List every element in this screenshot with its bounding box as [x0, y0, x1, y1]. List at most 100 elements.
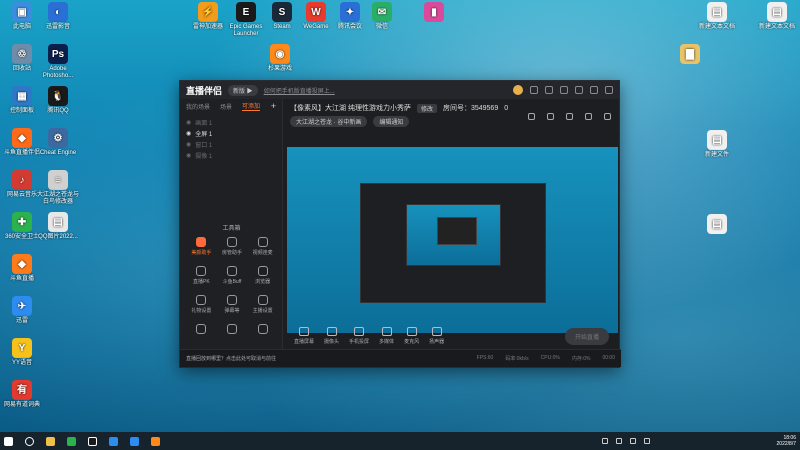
status-tip[interactable]: 直播回放到哪里？点击此处可取消与前往	[186, 355, 276, 362]
app-icon: ≡	[48, 170, 68, 190]
tab-addable[interactable]: 可添加	[242, 101, 261, 111]
desktop-icon[interactable]: 🐧 腾讯QQ	[36, 86, 80, 115]
desktop-icon[interactable]: ▮	[412, 2, 456, 24]
lock-icon[interactable]	[528, 113, 535, 120]
eye-icon[interactable]: ◉	[186, 119, 191, 126]
source-icon	[354, 327, 365, 336]
scene-item[interactable]: ◉ 画面 1	[186, 117, 276, 128]
tool-item[interactable]	[217, 324, 248, 336]
desktop-icon[interactable]: ✈ 迅雷	[0, 296, 44, 325]
source-control[interactable]: 手机投屏	[349, 327, 369, 345]
desktop-icon[interactable]: ▤ 新建文件	[695, 130, 739, 159]
clock[interactable]: 18:06 2022/8/7	[777, 435, 796, 447]
scene-tabs: 我的场景 场景 可添加 +	[180, 99, 282, 113]
tool-item[interactable]: 浏览器	[247, 266, 278, 285]
file-explorer-icon[interactable]	[46, 436, 55, 446]
desktop-icon[interactable]: ▤ 新建文本文档	[755, 2, 799, 31]
source-icon	[299, 327, 309, 336]
tool-item[interactable]: 礼物设置	[186, 295, 217, 314]
version-button[interactable]: 新版 ▶	[228, 84, 258, 96]
eye-icon[interactable]: ◉	[186, 152, 191, 159]
desktop-icon-label: Adobe Photosho...	[42, 66, 74, 79]
app-icon: ⚡	[198, 2, 218, 22]
livestream-app-window[interactable]: 直播伴侣 新版 ▶ 如何把手机版直播投屏上... 我的场景 场景 可添加 + ◉…	[179, 80, 621, 368]
gift-icon[interactable]	[566, 113, 573, 120]
xunlei-icon[interactable]	[130, 436, 139, 446]
source-control[interactable]: 摄像头	[324, 327, 339, 345]
desktop-icon[interactable]: ⚙ Cheat Engine	[36, 128, 80, 157]
desktop-icon[interactable]: ▤ QQ图片2022...	[36, 212, 80, 241]
ime-icon[interactable]	[644, 438, 650, 444]
scene-label: 全屏 1	[195, 132, 213, 138]
scene-item[interactable]: ◉ 窗口 1	[186, 139, 276, 150]
app-icon: ▤	[707, 2, 727, 22]
xbox-icon[interactable]	[88, 436, 97, 446]
source-label: 麦克风	[404, 339, 420, 345]
source-control[interactable]: 直播屏幕	[294, 327, 314, 345]
search-icon[interactable]	[25, 436, 34, 446]
tool-label: 房管助手	[221, 250, 242, 256]
app-icon: Y	[12, 338, 32, 358]
up-arrow-icon[interactable]	[602, 438, 608, 444]
start-live-button[interactable]: 开始直播	[564, 327, 609, 345]
tool-item[interactable]: 斗鱼Buff	[217, 266, 248, 285]
eye-icon[interactable]: ◉	[186, 141, 191, 148]
source-control[interactable]: 麦克风	[404, 327, 419, 345]
start-icon[interactable]	[4, 436, 13, 446]
tool-item[interactable]	[247, 324, 278, 336]
desktop-icon[interactable]: ◐ 迅雷影音	[36, 2, 80, 31]
maximize-icon[interactable]	[590, 86, 598, 94]
desktop-icon[interactable]: ◆ 斗鱼直播	[0, 254, 44, 283]
douyu-taskbar-icon[interactable]	[151, 436, 160, 446]
stream-preview[interactable]	[287, 147, 618, 333]
share-icon[interactable]	[604, 113, 611, 120]
bell-icon[interactable]	[585, 113, 592, 120]
source-control[interactable]: 扬声器	[429, 327, 444, 345]
message-icon[interactable]	[530, 86, 538, 94]
settings-icon[interactable]	[560, 86, 568, 94]
add-scene-button[interactable]: +	[271, 101, 276, 111]
scene-item[interactable]: ◉ 全屏 1	[186, 128, 276, 139]
edit-title-button[interactable]: 修改	[416, 103, 437, 113]
desktop-icon[interactable]: Y YY语音	[0, 338, 44, 367]
edge-icon[interactable]	[109, 436, 118, 446]
app-icon: 有	[12, 380, 32, 400]
close-icon[interactable]	[605, 86, 613, 94]
360-icon[interactable]	[67, 436, 76, 446]
minimize-icon[interactable]	[575, 86, 583, 94]
desktop-icon[interactable]: Ps Adobe Photosho...	[36, 44, 80, 80]
tool-item[interactable]: 美颜助手	[186, 237, 217, 256]
network-icon[interactable]	[616, 438, 622, 444]
tab-scenes[interactable]: 场景	[220, 102, 232, 111]
desktop-icon[interactable]: ≡ 大江湖之苍龙与白鸟修改器	[36, 170, 80, 206]
tab-my-scenes[interactable]: 我的场景	[186, 102, 210, 111]
tool-item[interactable]	[186, 324, 217, 336]
desktop-icon[interactable]: ▤ 新建文本文档	[695, 2, 739, 31]
tool-item[interactable]: 直播PK	[186, 266, 217, 285]
scene-item[interactable]: ◉ 摄像 1	[186, 150, 276, 161]
avatar[interactable]	[513, 85, 523, 95]
skin-icon[interactable]	[545, 86, 553, 94]
desktop-icon[interactable]: ▇	[668, 44, 712, 66]
desktop-icon[interactable]: ◉ 杉果游戏	[258, 44, 302, 73]
source-icon	[381, 327, 392, 336]
notice-link[interactable]: 如何把手机版直播投屏上...	[264, 86, 335, 95]
volume-icon[interactable]	[630, 438, 636, 444]
tool-item[interactable]: 视频连麦	[247, 237, 278, 256]
tool-label: 主播设置	[252, 308, 273, 314]
app-icon: E	[236, 2, 256, 22]
source-control[interactable]: 多媒体	[379, 327, 394, 345]
desktop-icon[interactable]: ▤	[695, 214, 739, 236]
desktop-icon[interactable]: 有网易有道词典	[0, 380, 44, 409]
tool-item[interactable]: 弹幕等	[217, 295, 248, 314]
desktop-icon[interactable]: ✉ 微信	[360, 2, 404, 31]
eye-icon[interactable]: ◉	[186, 130, 191, 137]
message-icon[interactable]	[547, 113, 554, 120]
title-bar[interactable]: 直播伴侣 新版 ▶ 如何把手机版直播投屏上...	[180, 81, 619, 99]
edit-notice-pill[interactable]: 编辑通知	[373, 116, 410, 127]
tool-icon	[257, 324, 268, 334]
tool-item[interactable]: 主播设置	[247, 295, 278, 314]
nested-preview	[360, 183, 546, 303]
category-pill[interactable]: 大江湖之苍龙 · 谷中新画	[290, 116, 368, 127]
tool-item[interactable]: 房管助手	[217, 237, 248, 256]
